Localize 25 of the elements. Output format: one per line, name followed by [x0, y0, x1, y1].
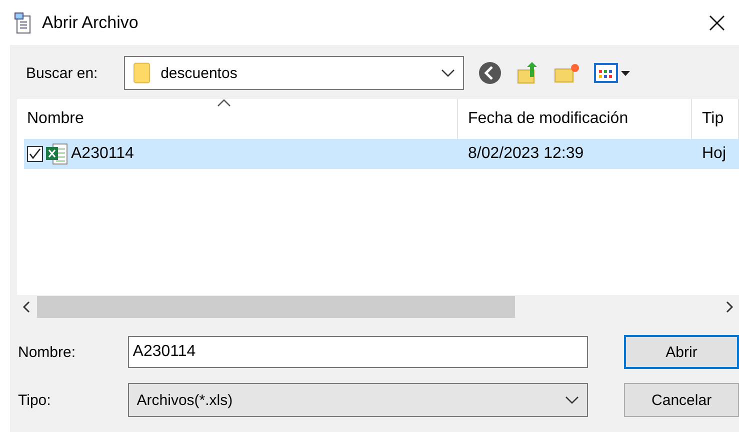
- new-folder-icon[interactable]: [554, 62, 580, 84]
- open-button[interactable]: Abrir: [624, 335, 739, 369]
- spreadsheet-icon: [45, 143, 69, 165]
- document-icon: [14, 12, 32, 34]
- look-in-dropdown[interactable]: descuentos: [124, 56, 464, 90]
- chevron-down-icon[interactable]: [441, 69, 455, 77]
- cancel-button[interactable]: Cancelar: [624, 383, 739, 417]
- file-row[interactable]: A230114 8/02/2023 12:39 Hoj: [24, 139, 739, 169]
- file-type: Hoj: [701, 145, 728, 163]
- window-title: Abrir Archivo: [42, 12, 140, 32]
- type-dropdown[interactable]: Archivos(*.xls): [128, 383, 588, 417]
- file-date: 8/02/2023 12:39: [467, 145, 585, 163]
- folder-icon: [133, 62, 151, 84]
- name-field[interactable]: A230114: [128, 336, 588, 368]
- back-icon[interactable]: [478, 61, 502, 85]
- look-in-label: Buscar en:: [26, 64, 99, 82]
- folder-up-icon[interactable]: [516, 61, 540, 85]
- view-menu-icon[interactable]: [594, 62, 632, 84]
- checkbox[interactable]: [27, 146, 43, 162]
- close-icon[interactable]: [709, 14, 725, 30]
- chevron-down-icon[interactable]: [565, 396, 580, 404]
- scrollbar-thumb[interactable]: [37, 296, 515, 318]
- name-label: Nombre:: [18, 344, 77, 360]
- type-label: Tipo:: [18, 392, 52, 408]
- file-name: A230114: [71, 145, 134, 163]
